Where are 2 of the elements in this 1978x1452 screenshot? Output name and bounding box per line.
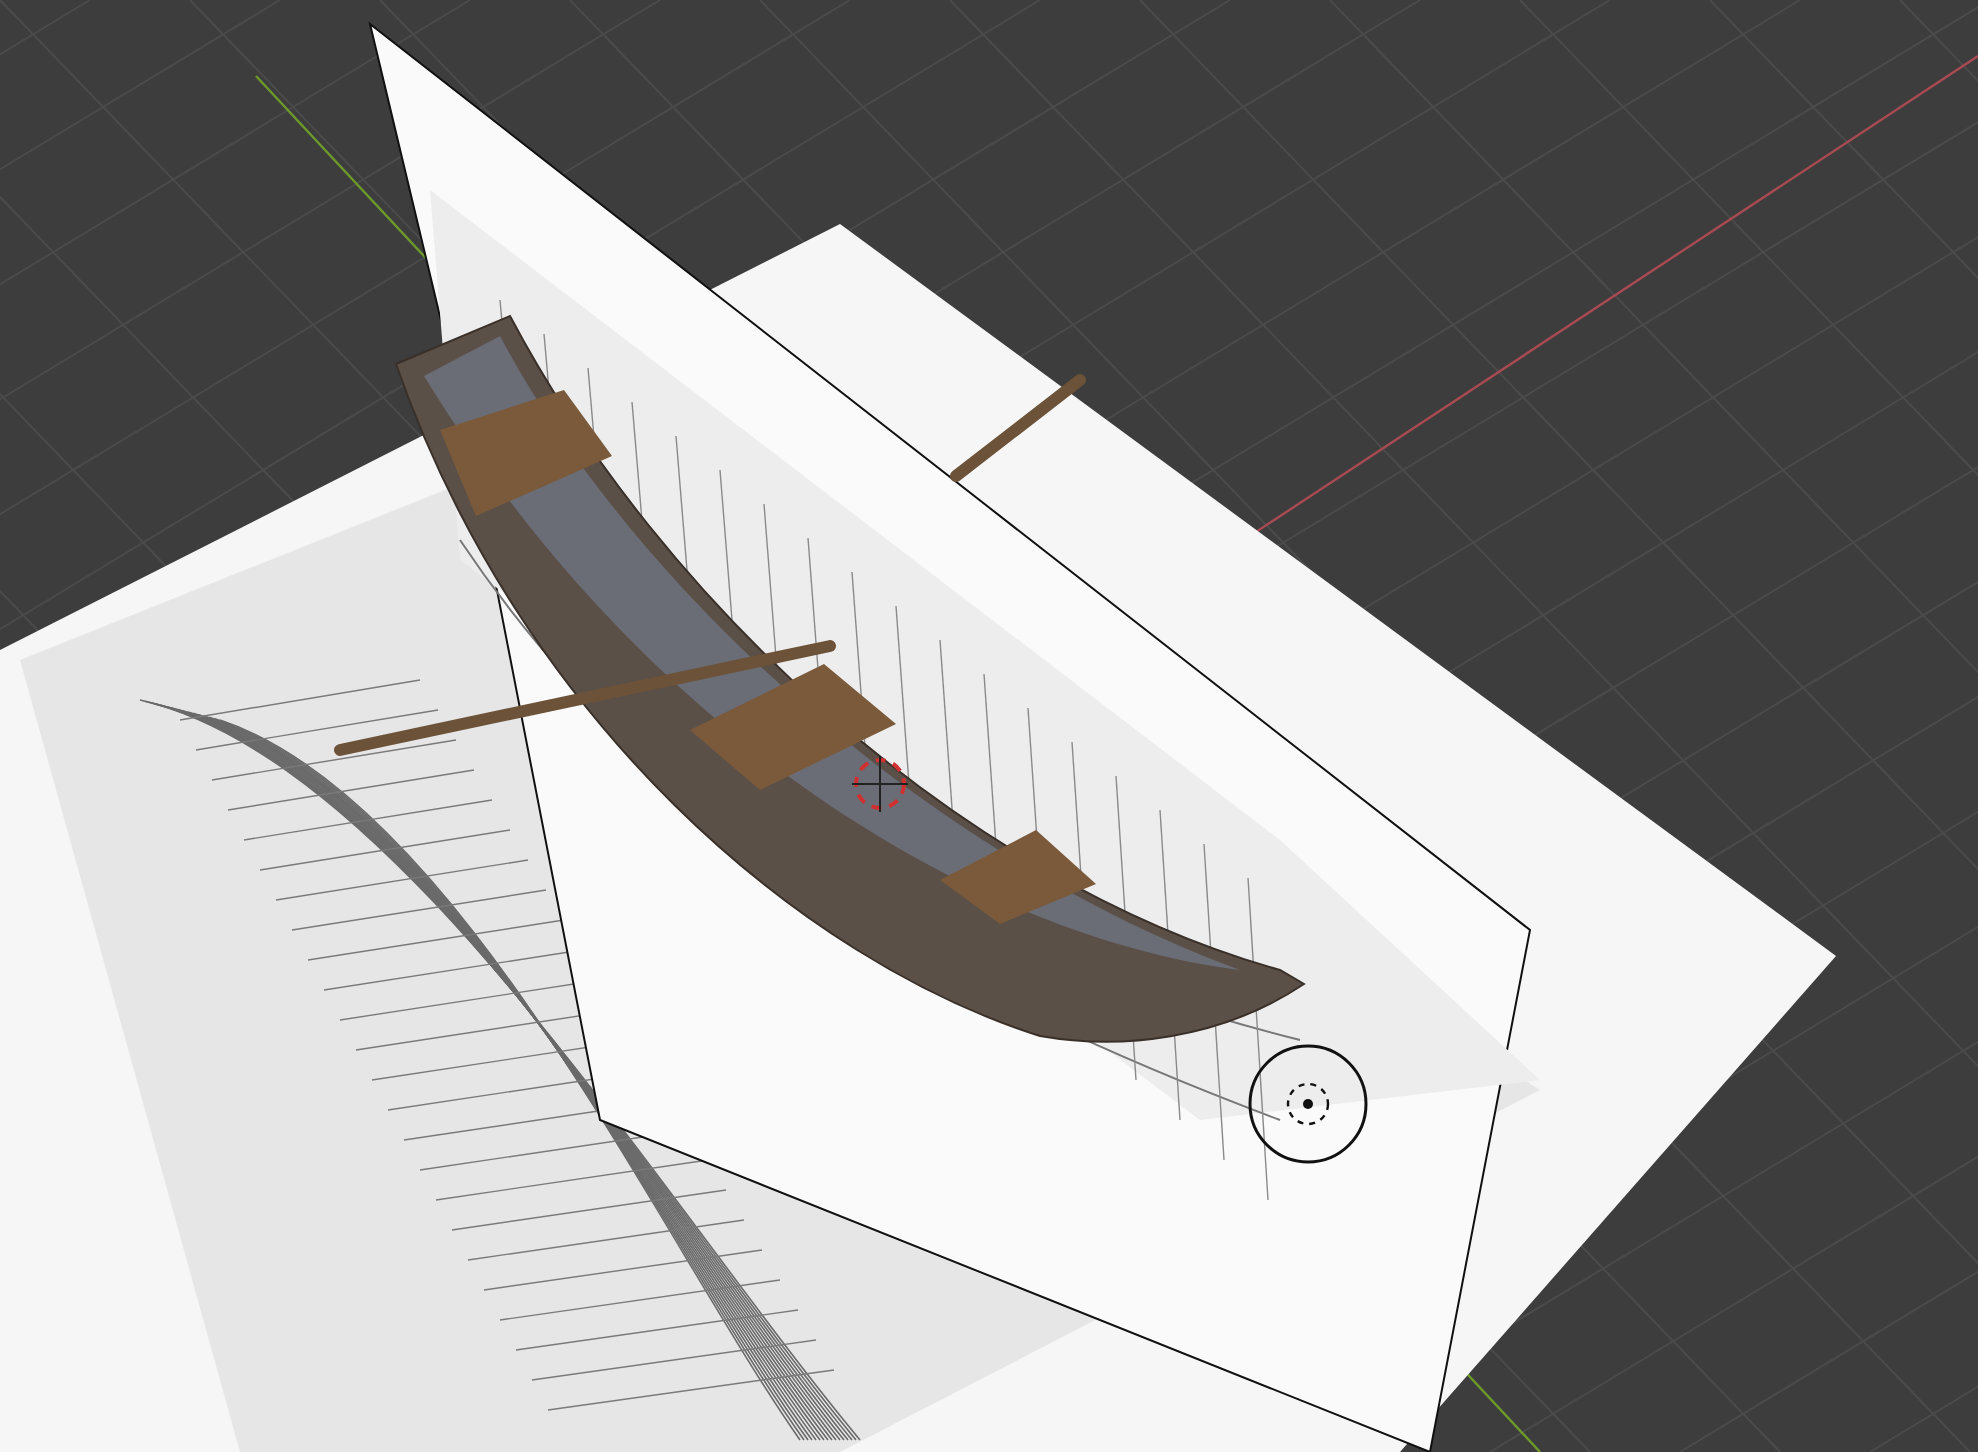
- light-gizmo-icon: [1248, 1044, 1368, 1164]
- 3d-cursor-icon: [851, 755, 909, 813]
